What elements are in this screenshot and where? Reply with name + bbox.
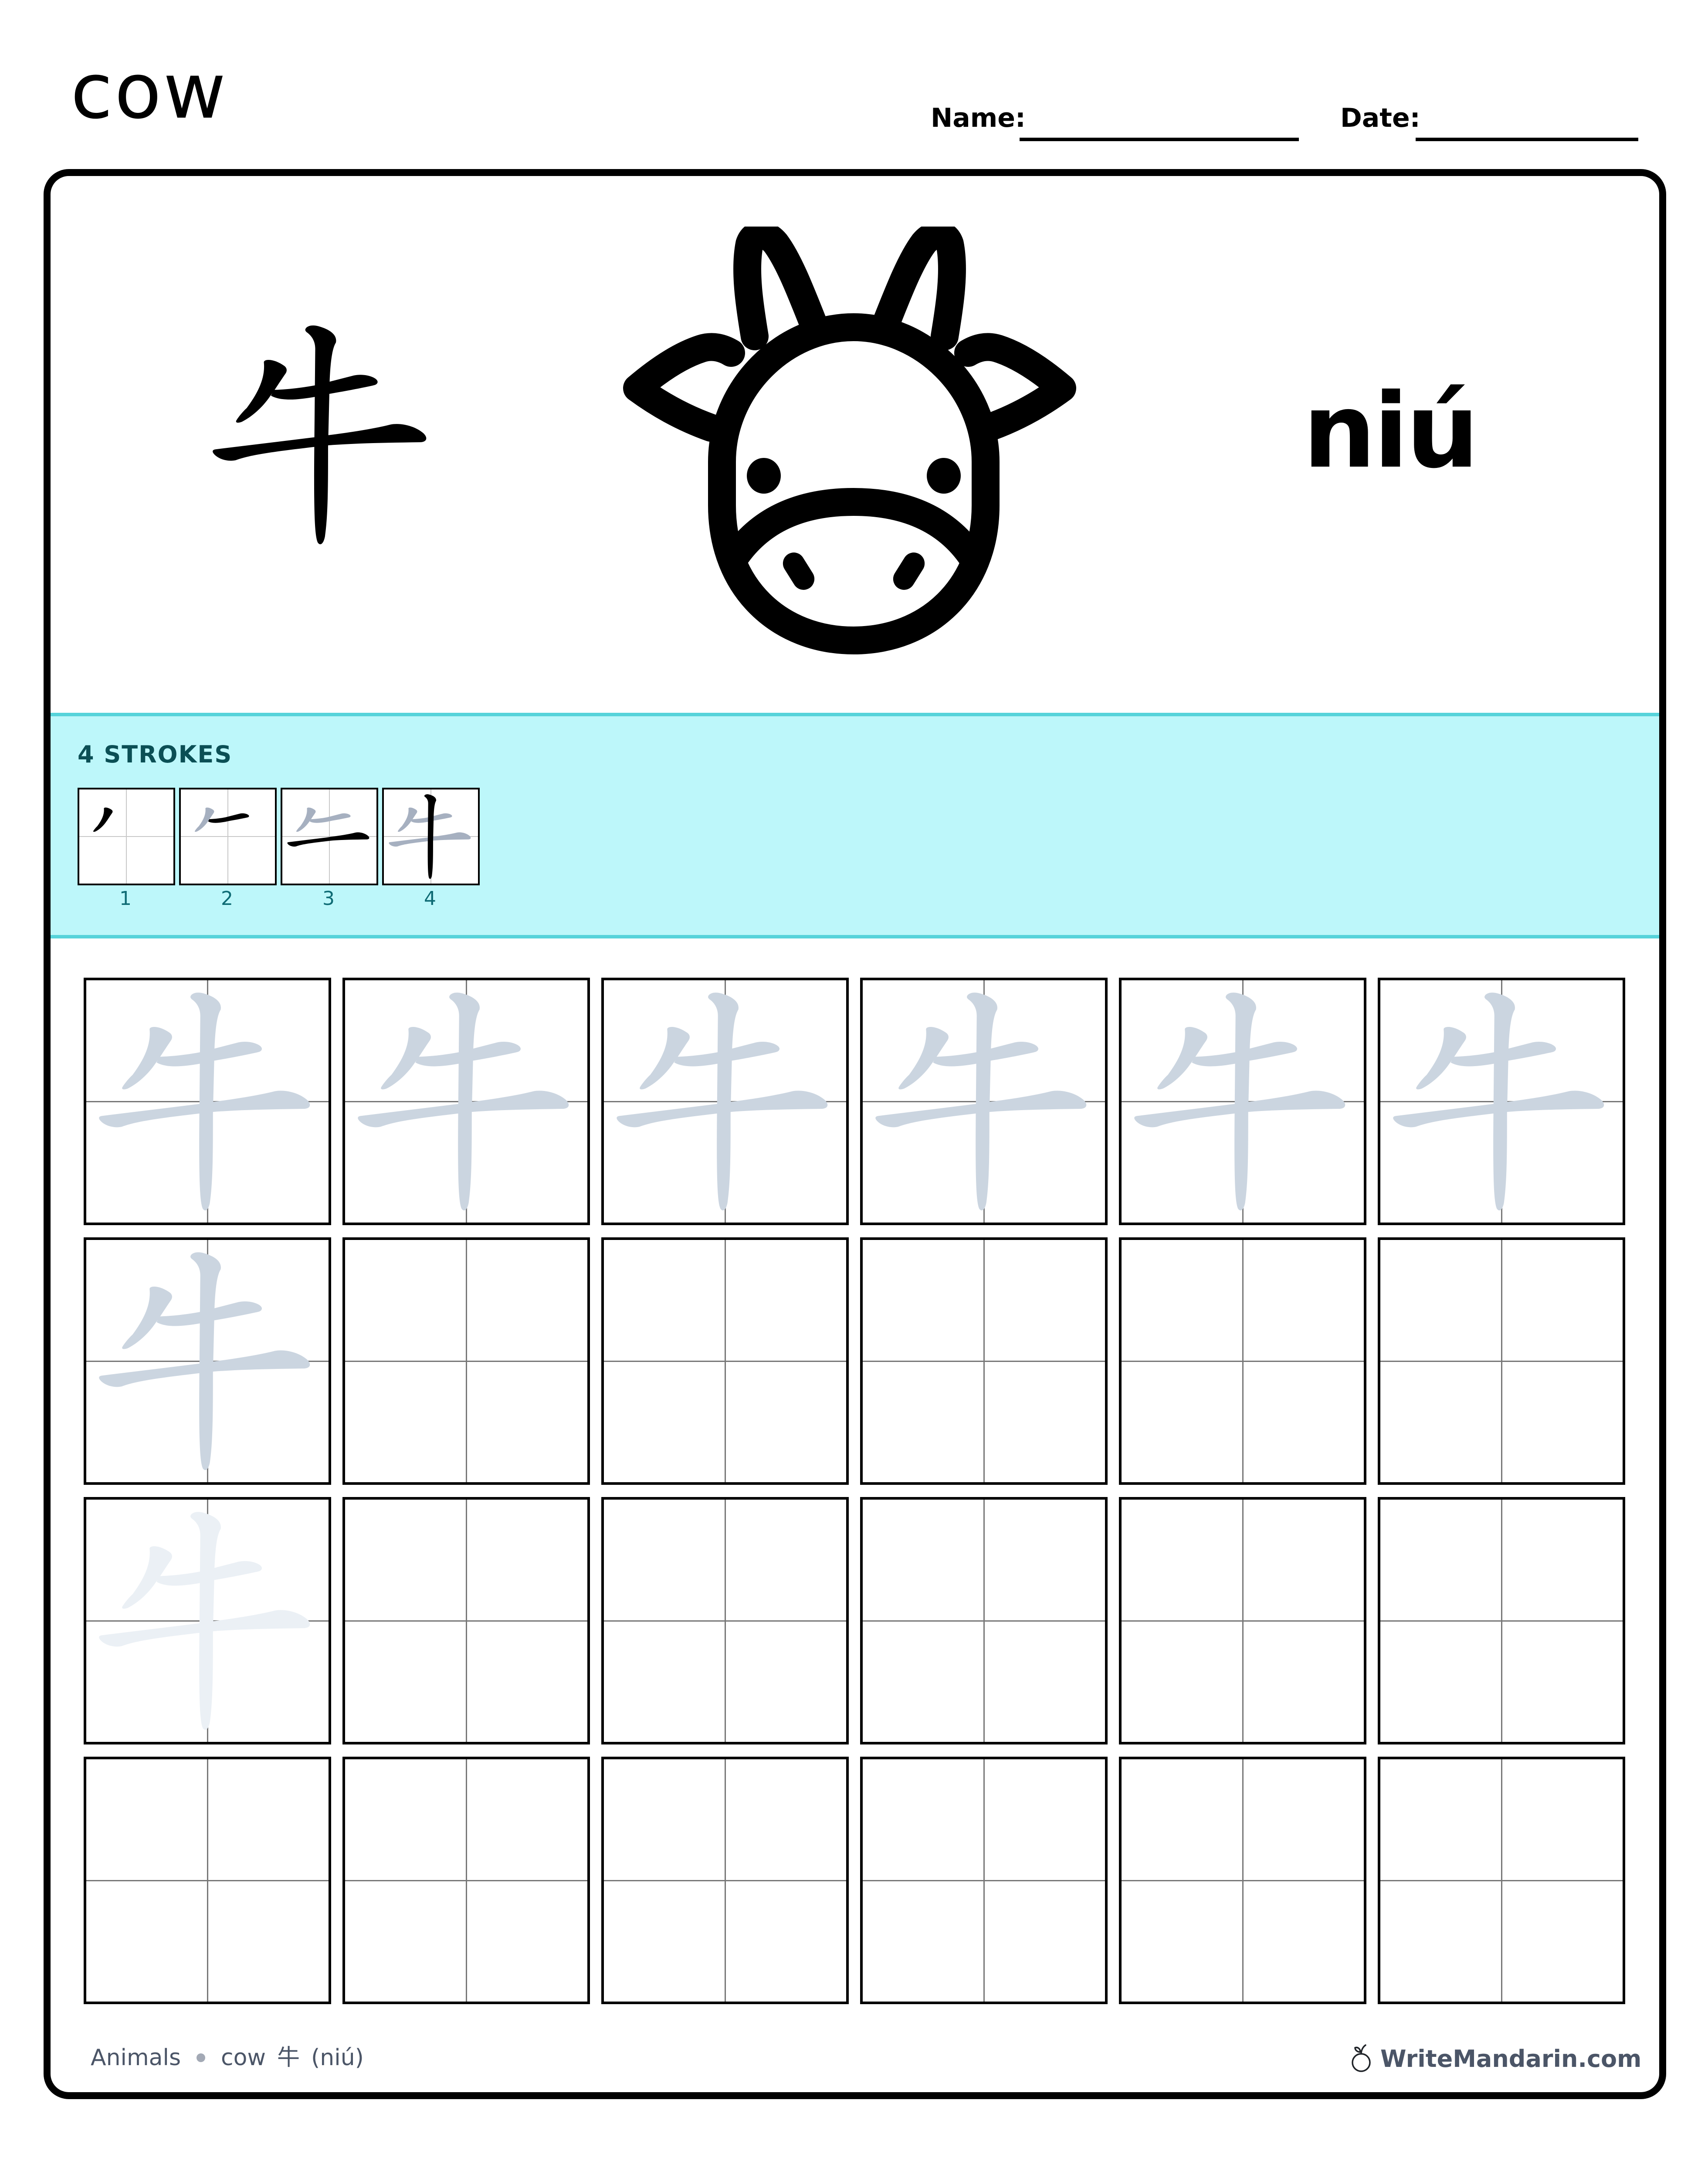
footer-breadcrumb: Animals cow 牛 (niú) <box>91 2043 364 2072</box>
date-field[interactable] <box>1416 138 1638 141</box>
practice-cell[interactable] <box>342 978 590 1225</box>
grid-line-horizontal <box>604 1620 846 1622</box>
stroke-count-label: 4 STROKES <box>78 741 233 768</box>
practice-cell[interactable] <box>1119 1497 1366 1744</box>
trace-character <box>99 1252 310 1470</box>
practice-cell[interactable] <box>860 1497 1108 1744</box>
grid-line-horizontal <box>345 1620 587 1622</box>
trace-character <box>875 992 1087 1211</box>
practice-cell[interactable] <box>601 1497 849 1744</box>
practice-cell[interactable] <box>342 1237 590 1485</box>
practice-cell[interactable] <box>860 1757 1108 2004</box>
footer-character: 牛 <box>277 2045 300 2071</box>
brand[interactable]: WriteMandarin.com <box>1350 2042 1641 2073</box>
footer-category: Animals <box>91 2045 181 2071</box>
grid-line-horizontal <box>1122 1620 1364 1622</box>
trace-character <box>358 992 569 1211</box>
grid-line-horizontal <box>604 1360 846 1362</box>
grid-line-horizontal <box>863 1620 1105 1622</box>
stroke-number: 3 <box>322 887 335 910</box>
pinyin: niú <box>1303 371 1479 491</box>
trace-character <box>617 992 828 1211</box>
practice-cell[interactable] <box>84 978 331 1225</box>
date-label: Date: <box>1340 103 1420 133</box>
practice-cell[interactable] <box>601 1237 849 1485</box>
grid-line-horizontal <box>863 1360 1105 1362</box>
practice-cell[interactable] <box>601 978 849 1225</box>
practice-cell[interactable] <box>342 1497 590 1744</box>
practice-cell[interactable] <box>860 1237 1108 1485</box>
trace-character <box>1393 992 1604 1211</box>
grid-line-horizontal <box>345 1360 587 1362</box>
practice-cell[interactable] <box>1378 1497 1625 1744</box>
stroke-number: 4 <box>424 887 436 910</box>
stroke-step-glyph <box>93 807 113 832</box>
practice-cell[interactable] <box>1119 1757 1366 2004</box>
practice-cell[interactable] <box>1378 978 1625 1225</box>
footer-word: cow <box>221 2045 266 2071</box>
separator-dot <box>197 2053 206 2062</box>
practice-cell[interactable] <box>342 1757 590 2004</box>
stroke-number: 2 <box>221 887 233 910</box>
hero-character-strokes <box>213 325 427 545</box>
hero-character <box>213 325 427 545</box>
trace-character <box>1134 992 1345 1211</box>
grid-line-horizontal <box>604 1880 846 1881</box>
stroke-step-glyph <box>194 807 249 832</box>
practice-cell[interactable] <box>860 978 1108 1225</box>
name-label: Name: <box>931 103 1026 133</box>
trace-character <box>99 992 310 1211</box>
grid-line-horizontal <box>1380 1620 1623 1622</box>
stroke-step-glyph <box>287 807 369 847</box>
cow-face-icon <box>623 227 1076 654</box>
plum-icon <box>1352 2044 1371 2072</box>
practice-cell[interactable] <box>1378 1757 1625 2004</box>
stroke-step-glyph <box>389 794 471 879</box>
stroke-step-4 <box>382 788 480 885</box>
practice-cell[interactable] <box>84 1757 331 2004</box>
stroke-step-2 <box>179 788 277 885</box>
grid-line-horizontal <box>1122 1880 1364 1881</box>
grid-line-horizontal <box>1122 1360 1364 1362</box>
grid-line-horizontal <box>86 1880 329 1881</box>
stroke-step-3 <box>281 788 378 885</box>
grid-line-horizontal <box>1380 1360 1623 1362</box>
practice-cell[interactable] <box>601 1757 849 2004</box>
footer-pinyin: (niú) <box>311 2045 364 2071</box>
practice-cell[interactable] <box>84 1497 331 1744</box>
grid-line-horizontal <box>1380 1880 1623 1881</box>
practice-cell[interactable] <box>1119 1237 1366 1485</box>
name-field[interactable] <box>1020 138 1299 141</box>
stroke-number: 1 <box>119 887 132 910</box>
stroke-step-1 <box>78 788 175 885</box>
practice-cell[interactable] <box>84 1237 331 1485</box>
trace-character <box>99 1512 310 1730</box>
grid-line-horizontal <box>345 1880 587 1881</box>
brand-name: WriteMandarin.com <box>1380 2045 1642 2073</box>
practice-cell[interactable] <box>1378 1237 1625 1485</box>
practice-cell[interactable] <box>1119 978 1366 1225</box>
grid-line-horizontal <box>863 1880 1105 1881</box>
worksheet-title: cow <box>71 47 228 136</box>
